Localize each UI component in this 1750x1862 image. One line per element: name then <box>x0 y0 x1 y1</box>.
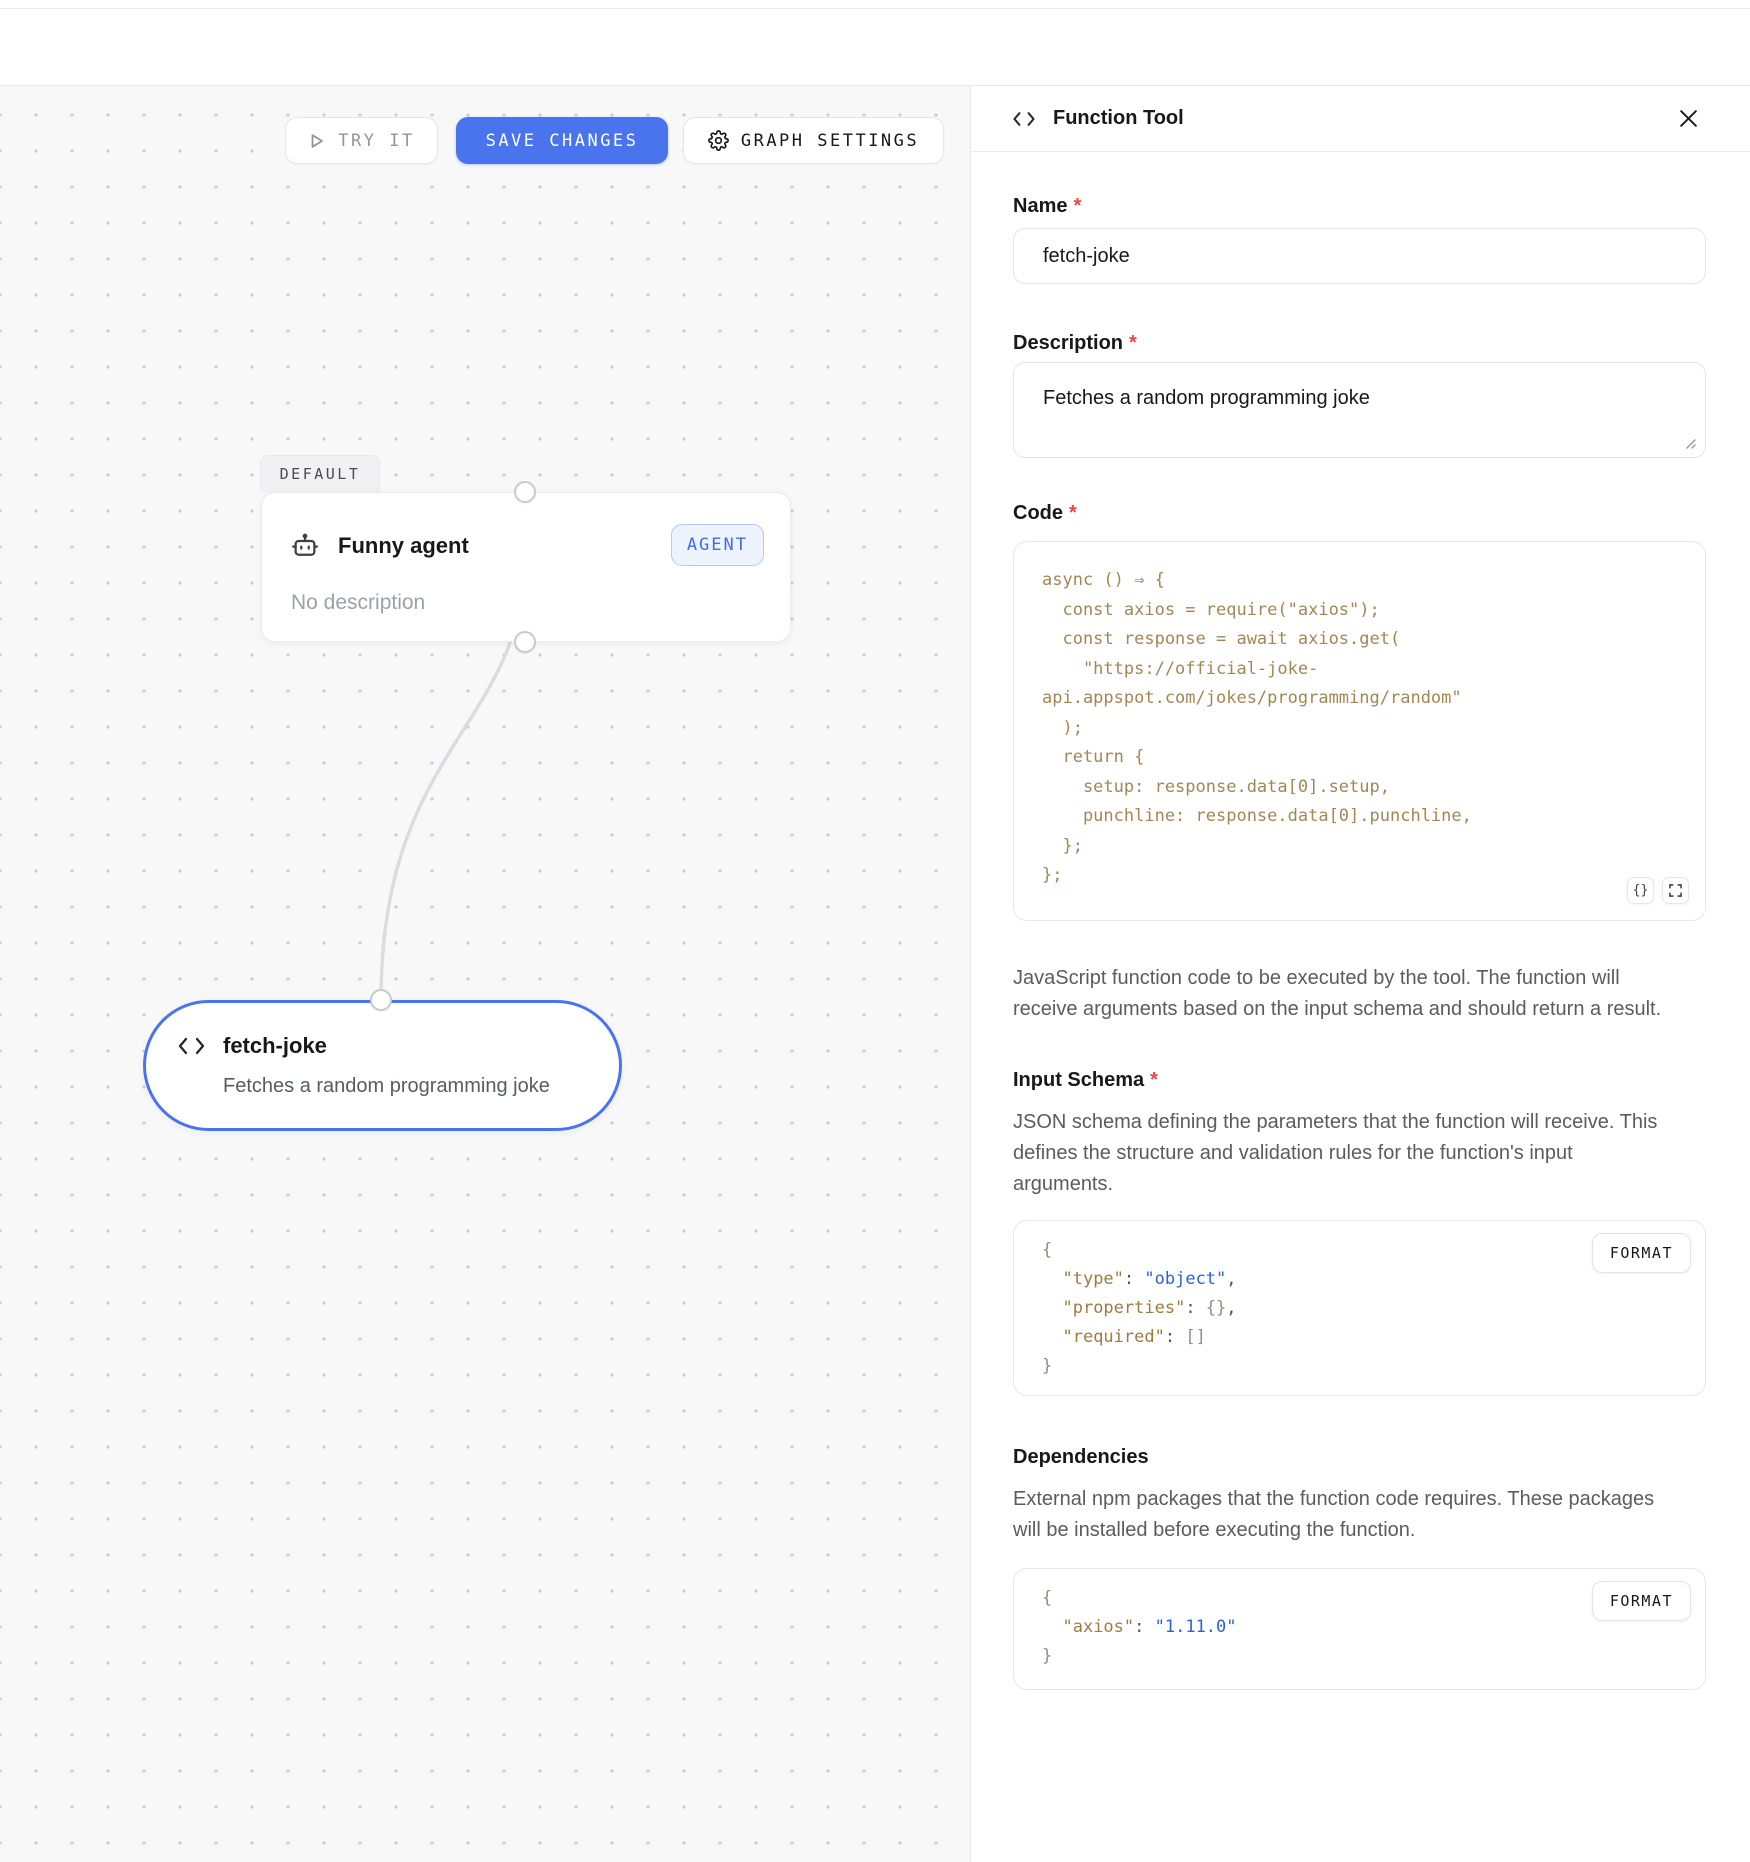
graph-settings-label: GRAPH SETTINGS <box>741 131 919 151</box>
input-schema-editor[interactable]: { "type": "object", "properties": {}, "r… <box>1013 1220 1706 1396</box>
panel-title: Function Tool <box>1053 107 1184 130</box>
panel-body: Name* Description* Fetches a random prog… <box>971 152 1750 1690</box>
name-input[interactable] <box>1013 228 1706 284</box>
input-schema-help-text: JSON schema defining the parameters that… <box>1013 1107 1673 1200</box>
app-window: TRY IT SAVE CHANGES GRAPH SETTINGS DEFAU… <box>0 0 1750 1862</box>
code-editor-content[interactable]: async () ⇒ { const axios = require("axio… <box>1014 566 1705 891</box>
description-textarea[interactable]: Fetches a random programming joke <box>1013 362 1706 458</box>
code-icon <box>1011 109 1037 129</box>
try-it-button[interactable]: TRY IT <box>285 117 438 164</box>
agent-node[interactable]: Funny agent AGENT No description <box>261 492 791 642</box>
agent-node-title: Funny agent <box>338 533 469 559</box>
format-button[interactable]: FORMAT <box>1592 1581 1691 1621</box>
code-editor[interactable]: async () ⇒ { const axios = require("axio… <box>1013 541 1706 921</box>
connection-handle-agent-top[interactable] <box>514 481 536 503</box>
agent-type-badge: AGENT <box>671 524 764 566</box>
try-it-label: TRY IT <box>338 131 414 151</box>
agent-node-header: Funny agent <box>290 531 469 561</box>
code-label: Code* <box>1013 502 1706 524</box>
top-bar <box>0 0 1750 86</box>
tool-node-header: fetch-joke <box>177 1033 327 1059</box>
robot-icon <box>290 531 320 561</box>
group-tab-label: DEFAULT <box>280 465 361 483</box>
description-label: Description* <box>1013 332 1706 354</box>
function-tool-panel: Function Tool Name* Description* Fetches… <box>970 86 1750 1862</box>
graph-settings-button[interactable]: GRAPH SETTINGS <box>683 117 944 164</box>
play-icon <box>308 132 326 150</box>
graph-canvas[interactable]: TRY IT SAVE CHANGES GRAPH SETTINGS DEFAU… <box>0 86 970 1862</box>
connection-handle-tool-top[interactable] <box>370 989 392 1011</box>
format-braces-icon[interactable]: {} <box>1627 877 1654 904</box>
tool-node-title: fetch-joke <box>223 1033 327 1059</box>
save-changes-label: SAVE CHANGES <box>486 131 639 151</box>
panel-header: Function Tool <box>971 86 1750 152</box>
group-tab-default[interactable]: DEFAULT <box>260 455 380 492</box>
code-help-text: JavaScript function code to be executed … <box>1013 963 1673 1025</box>
input-schema-label: Input Schema* <box>1013 1069 1706 1091</box>
save-changes-button[interactable]: SAVE CHANGES <box>456 117 668 164</box>
agent-node-description: No description <box>291 591 425 615</box>
tool-node-description: Fetches a random programming joke <box>223 1075 550 1098</box>
required-marker: * <box>1129 332 1137 354</box>
resize-grip-icon[interactable] <box>1683 436 1696 449</box>
dependencies-label: Dependencies <box>1013 1446 1706 1468</box>
code-icon <box>177 1034 206 1058</box>
tool-node-fetch-joke[interactable]: fetch-joke Fetches a random programming … <box>143 1000 622 1131</box>
gear-icon <box>708 130 729 151</box>
connection-edge <box>0 86 970 1862</box>
expand-fullscreen-icon[interactable] <box>1662 877 1689 904</box>
dependencies-editor[interactable]: { "axios": "1.11.0"} FORMAT <box>1013 1568 1706 1690</box>
format-button[interactable]: FORMAT <box>1592 1233 1691 1273</box>
close-icon[interactable] <box>1674 105 1702 133</box>
dependencies-help-text: External npm packages that the function … <box>1013 1484 1673 1546</box>
required-marker: * <box>1150 1069 1158 1091</box>
required-marker: * <box>1073 195 1081 217</box>
top-divider <box>0 8 1750 9</box>
name-label: Name* <box>1013 195 1706 217</box>
connection-handle-agent-bottom[interactable] <box>514 631 536 653</box>
required-marker: * <box>1069 502 1077 524</box>
